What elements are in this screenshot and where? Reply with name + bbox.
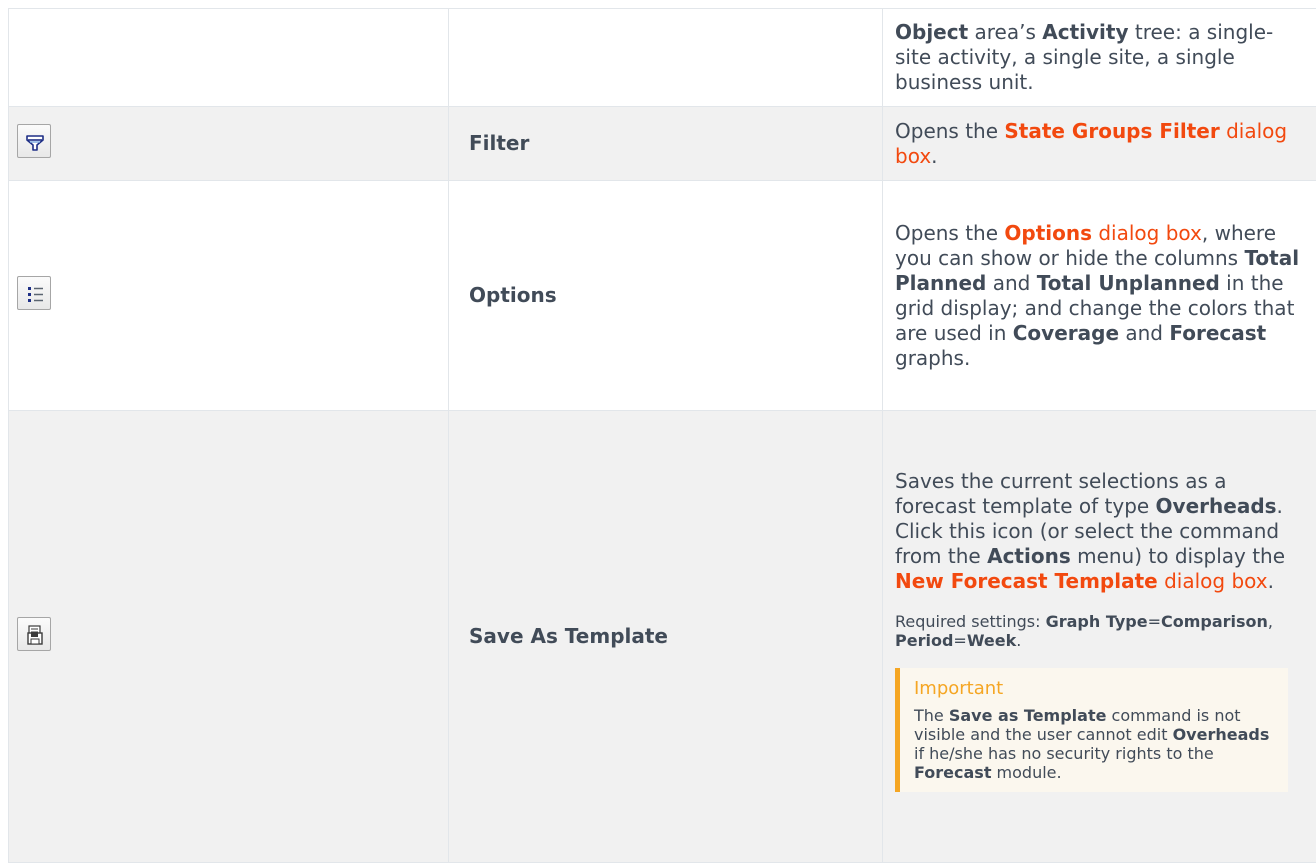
row-description: Opens the Options dialog box, where you …	[895, 220, 1300, 370]
description-cell: Opens the State Groups Filter dialog box…	[882, 106, 1316, 181]
icon-cell	[8, 180, 449, 411]
command-name: Save As Template	[448, 410, 883, 863]
icon-cell	[8, 106, 449, 181]
save-template-icon	[27, 624, 43, 645]
save-as-template-button[interactable]	[17, 616, 51, 651]
icon-cell	[8, 8, 449, 107]
description-cell: Object area’s Activity tree: a single-si…	[882, 8, 1316, 107]
note-body: The Save as Template command is not visi…	[914, 706, 1270, 782]
required-settings: Required settings: Graph Type=Comparison…	[895, 612, 1273, 650]
table-row: Save As Template Saves the current selec…	[8, 410, 1316, 863]
description-cell: Saves the current selections as a foreca…	[882, 410, 1316, 863]
row-description: Opens the State Groups Filter dialog box…	[895, 118, 1288, 168]
table-row: Object area’s Activity tree: a single-si…	[8, 8, 1316, 107]
filter-icon	[26, 134, 44, 151]
note-title: Important	[914, 678, 1004, 699]
filter-button[interactable]	[17, 123, 51, 158]
row-description: Saves the current selections as a foreca…	[895, 469, 1286, 593]
new-forecast-template-link[interactable]: New Forecast Template dialog box	[895, 569, 1268, 593]
icon-cell	[8, 410, 449, 863]
description-cell: Opens the Options dialog box, where you …	[882, 180, 1316, 411]
name-cell	[448, 8, 883, 107]
options-button[interactable]	[17, 275, 51, 310]
command-name: Options	[448, 180, 883, 411]
table-row: Options Opens the Options dialog box, wh…	[8, 180, 1316, 411]
command-table: Object area’s Activity tree: a single-si…	[8, 8, 1316, 863]
list-icon	[28, 286, 43, 302]
options-dialog-link[interactable]: Options dialog box	[1004, 221, 1202, 245]
row-description: Object area’s Activity tree: a single-si…	[895, 20, 1274, 94]
table-row: Filter Opens the State Groups Filter dia…	[8, 106, 1316, 181]
important-note: Important The Save as Template command i…	[895, 668, 1288, 792]
command-name: Filter	[448, 106, 883, 181]
